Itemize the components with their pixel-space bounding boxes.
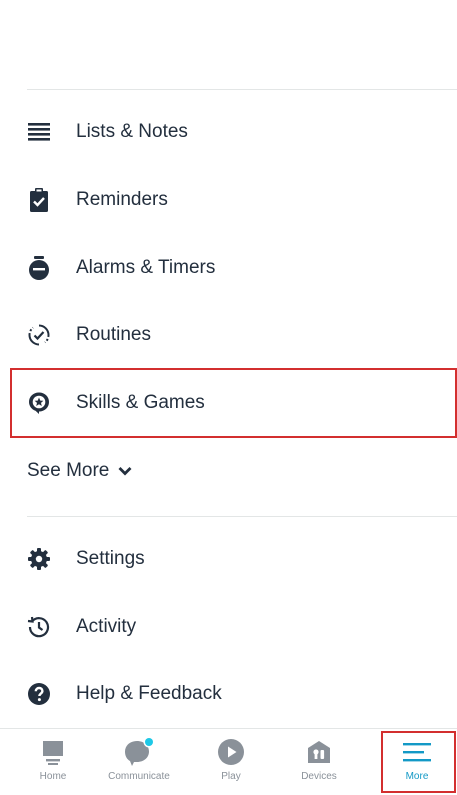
menu-item-label: Reminders xyxy=(76,189,168,210)
menu-item-label: Lists & Notes xyxy=(76,121,188,142)
tab-home[interactable]: Home xyxy=(13,729,93,795)
history-clock-icon xyxy=(27,615,51,639)
menu-item-reminders[interactable]: Reminders xyxy=(0,174,457,226)
tab-communicate[interactable]: Communicate xyxy=(99,729,179,795)
menu-item-activity[interactable]: Activity xyxy=(0,601,457,653)
tab-play[interactable]: Play xyxy=(191,729,271,795)
gear-icon xyxy=(27,547,51,571)
chevron-down-icon xyxy=(118,467,132,476)
menu-item-settings[interactable]: Settings xyxy=(0,533,457,585)
tab-label: More xyxy=(405,771,429,782)
tab-more[interactable]: More xyxy=(377,729,457,795)
menu-item-help-feedback[interactable]: Help & Feedback xyxy=(0,668,457,720)
tab-label: Communicate xyxy=(108,771,170,782)
tab-devices[interactable]: Devices xyxy=(279,729,359,795)
see-more-button[interactable]: See More xyxy=(27,458,132,484)
bottom-tab-bar: Home Communicate Play Devices More xyxy=(0,728,457,795)
devices-house-icon xyxy=(307,737,331,767)
top-divider xyxy=(27,89,457,90)
menu-item-skills-games[interactable]: Skills & Games xyxy=(0,377,457,429)
menu-item-label: Routines xyxy=(76,324,151,345)
menu-item-alarms-timers[interactable]: Alarms & Timers xyxy=(0,242,457,294)
skills-star-bubble-icon xyxy=(27,391,51,415)
menu-item-label: Help & Feedback xyxy=(76,683,222,704)
play-icon xyxy=(217,737,245,767)
menu-item-routines[interactable]: Routines xyxy=(0,309,457,361)
menu-item-label: Alarms & Timers xyxy=(76,257,216,278)
home-icon xyxy=(41,737,65,767)
tab-label: Home xyxy=(39,771,67,782)
section-divider xyxy=(27,516,457,517)
menu-item-label: Skills & Games xyxy=(76,392,205,413)
menu-item-lists-notes[interactable]: Lists & Notes xyxy=(0,106,457,158)
see-more-label: See More xyxy=(27,460,110,481)
clipboard-check-icon xyxy=(27,188,51,212)
tab-label: Devices xyxy=(301,771,337,782)
list-icon xyxy=(27,120,51,144)
hamburger-menu-icon xyxy=(402,737,432,767)
tab-label: Play xyxy=(221,771,241,782)
stopwatch-icon xyxy=(27,256,51,280)
menu-item-label: Settings xyxy=(76,548,145,569)
chat-bubble-icon xyxy=(122,737,156,767)
routines-cycle-icon xyxy=(27,323,51,347)
menu-item-label: Activity xyxy=(76,616,137,637)
help-question-icon xyxy=(27,682,51,706)
